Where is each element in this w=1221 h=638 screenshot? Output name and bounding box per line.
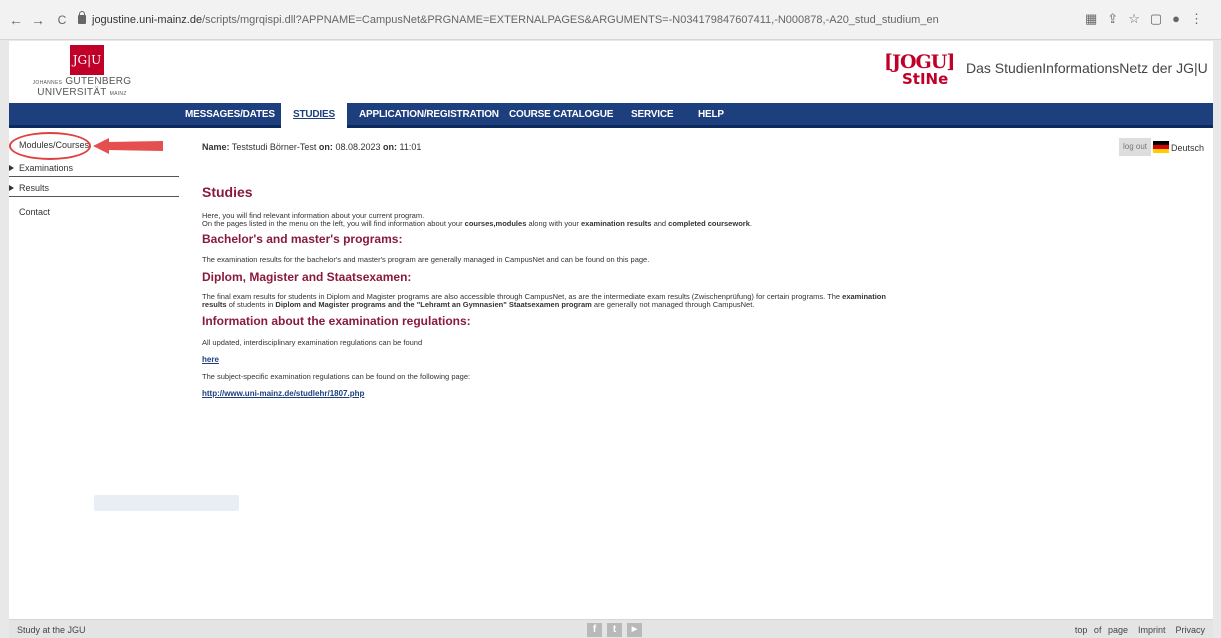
german-flag-icon — [1153, 141, 1169, 153]
language-switch[interactable]: Deutsch — [1153, 141, 1204, 153]
sidebar-icon[interactable]: ▢ — [1150, 11, 1172, 26]
jgu-logo-mark: JG|U — [70, 45, 104, 75]
translate-icon[interactable]: ▦ — [1085, 11, 1107, 26]
expand-triangle-icon — [9, 165, 14, 171]
jgu-logo-line2: UNIVERSITÄT MAINZ — [37, 87, 127, 98]
sidebar-item-label: Results — [19, 183, 50, 193]
regulations-text: All updated, interdisciplinary examinati… — [202, 338, 423, 347]
regulations-here-link[interactable]: here — [202, 355, 219, 364]
nav-application-registration[interactable]: APPLICATION/REGISTRATION — [359, 109, 499, 120]
nav-service[interactable]: SERVICE — [631, 109, 674, 120]
expand-triangle-icon — [9, 185, 14, 191]
url-path: /scripts/mgrqispi.dll?APPNAME=CampusNet&… — [202, 14, 939, 26]
diplom-text-2: results of students in Diplom and Magist… — [202, 300, 755, 309]
site-footer: Study at the JGU f t ▶ top of page Imprin… — [9, 619, 1213, 638]
lock-icon — [78, 11, 86, 24]
faded-overlay-button — [94, 495, 239, 511]
site-header: JG|U JOHANNES GUTENBERG UNIVERSITÄT MAIN… — [9, 41, 1213, 103]
browser-toolbar: ← → C jogustine.uni-mainz.de/scripts/mgr… — [0, 0, 1221, 40]
privacy-link[interactable]: Privacy — [1175, 625, 1205, 635]
browser-extension-icons[interactable]: ▦⇪☆▢●⋮ — [1085, 11, 1213, 27]
study-at-jgu-link[interactable]: Study at the JGU — [17, 625, 86, 635]
sidebar-item-label: Examinations — [19, 163, 74, 173]
sidebar-item-examinations[interactable]: Examinations — [9, 159, 179, 177]
main-navigation: MESSAGES/DATES STUDIES APPLICATION/REGIS… — [9, 103, 1213, 128]
jgu-logo-line1: JOHANNES GUTENBERG — [32, 76, 132, 87]
youtube-icon[interactable]: ▶ — [627, 623, 642, 637]
bookmark-star-icon[interactable]: ☆ — [1128, 11, 1150, 26]
bachelor-text: The examination results for the bachelor… — [202, 255, 650, 264]
subject-regulations-text: The subject-specific examination regulat… — [202, 372, 471, 381]
share-icon[interactable]: ⇪ — [1107, 11, 1128, 26]
imprint-link[interactable]: Imprint — [1138, 625, 1166, 635]
page-title: Studies — [202, 184, 253, 200]
web-page: JG|U JOHANNES GUTENBERG UNIVERSITÄT MAIN… — [9, 41, 1213, 638]
logout-button[interactable]: log out — [1119, 138, 1151, 156]
facebook-icon[interactable]: f — [587, 623, 602, 637]
twitter-icon[interactable]: t — [607, 623, 622, 637]
jogustine-logo[interactable]: [JOGU] StINe — [884, 51, 955, 97]
sidebar-item-label: Contact — [19, 207, 51, 217]
heading-diplom-magister: Diplom, Magister and Staatsexamen: — [202, 270, 412, 284]
reload-icon[interactable]: C — [54, 13, 70, 27]
menu-icon[interactable]: ⋮ — [1190, 11, 1213, 26]
footer-links: top of page Imprint Privacy — [1065, 625, 1205, 635]
annotation-circle — [9, 132, 91, 160]
nav-course-catalogue[interactable]: COURSE CATALOGUE — [509, 109, 613, 120]
sidebar-item-contact[interactable]: Contact — [9, 203, 179, 221]
nav-help[interactable]: HELP — [698, 109, 724, 120]
student-info: Name: Teststudi Börner-Test on: 08.08.20… — [202, 142, 422, 152]
subject-regulations-link[interactable]: http://www.uni-mainz.de/studlehr/1807.ph… — [202, 389, 364, 398]
jgu-logo[interactable]: JG|U JOHANNES GUTENBERG UNIVERSITÄT MAIN… — [27, 45, 137, 99]
forward-icon[interactable]: → — [30, 12, 46, 28]
heading-bachelor-master: Bachelor's and master's programs: — [202, 232, 403, 246]
profile-icon[interactable]: ● — [1172, 11, 1190, 26]
back-icon[interactable]: ← — [8, 12, 24, 28]
url-host: jogustine.uni-mainz.de — [92, 14, 203, 26]
address-bar[interactable]: jogustine.uni-mainz.de/scripts/mgrqispi.… — [78, 9, 1078, 31]
sidebar-menu: Modules/Courses Examinations Results Con… — [9, 128, 179, 611]
intro-text-2: On the pages listed in the menu on the l… — [202, 219, 752, 228]
top-of-page-link[interactable]: top of page — [1075, 625, 1128, 635]
nav-messages-dates[interactable]: MESSAGES/DATES — [185, 109, 275, 120]
sidebar-item-results[interactable]: Results — [9, 179, 179, 197]
site-title: Das StudienInformationsNetz der JG|U — [966, 60, 1208, 76]
nav-studies[interactable]: STUDIES — [281, 103, 347, 128]
annotation-arrow-icon — [93, 138, 163, 154]
heading-exam-regulations: Information about the examination regula… — [202, 314, 471, 328]
